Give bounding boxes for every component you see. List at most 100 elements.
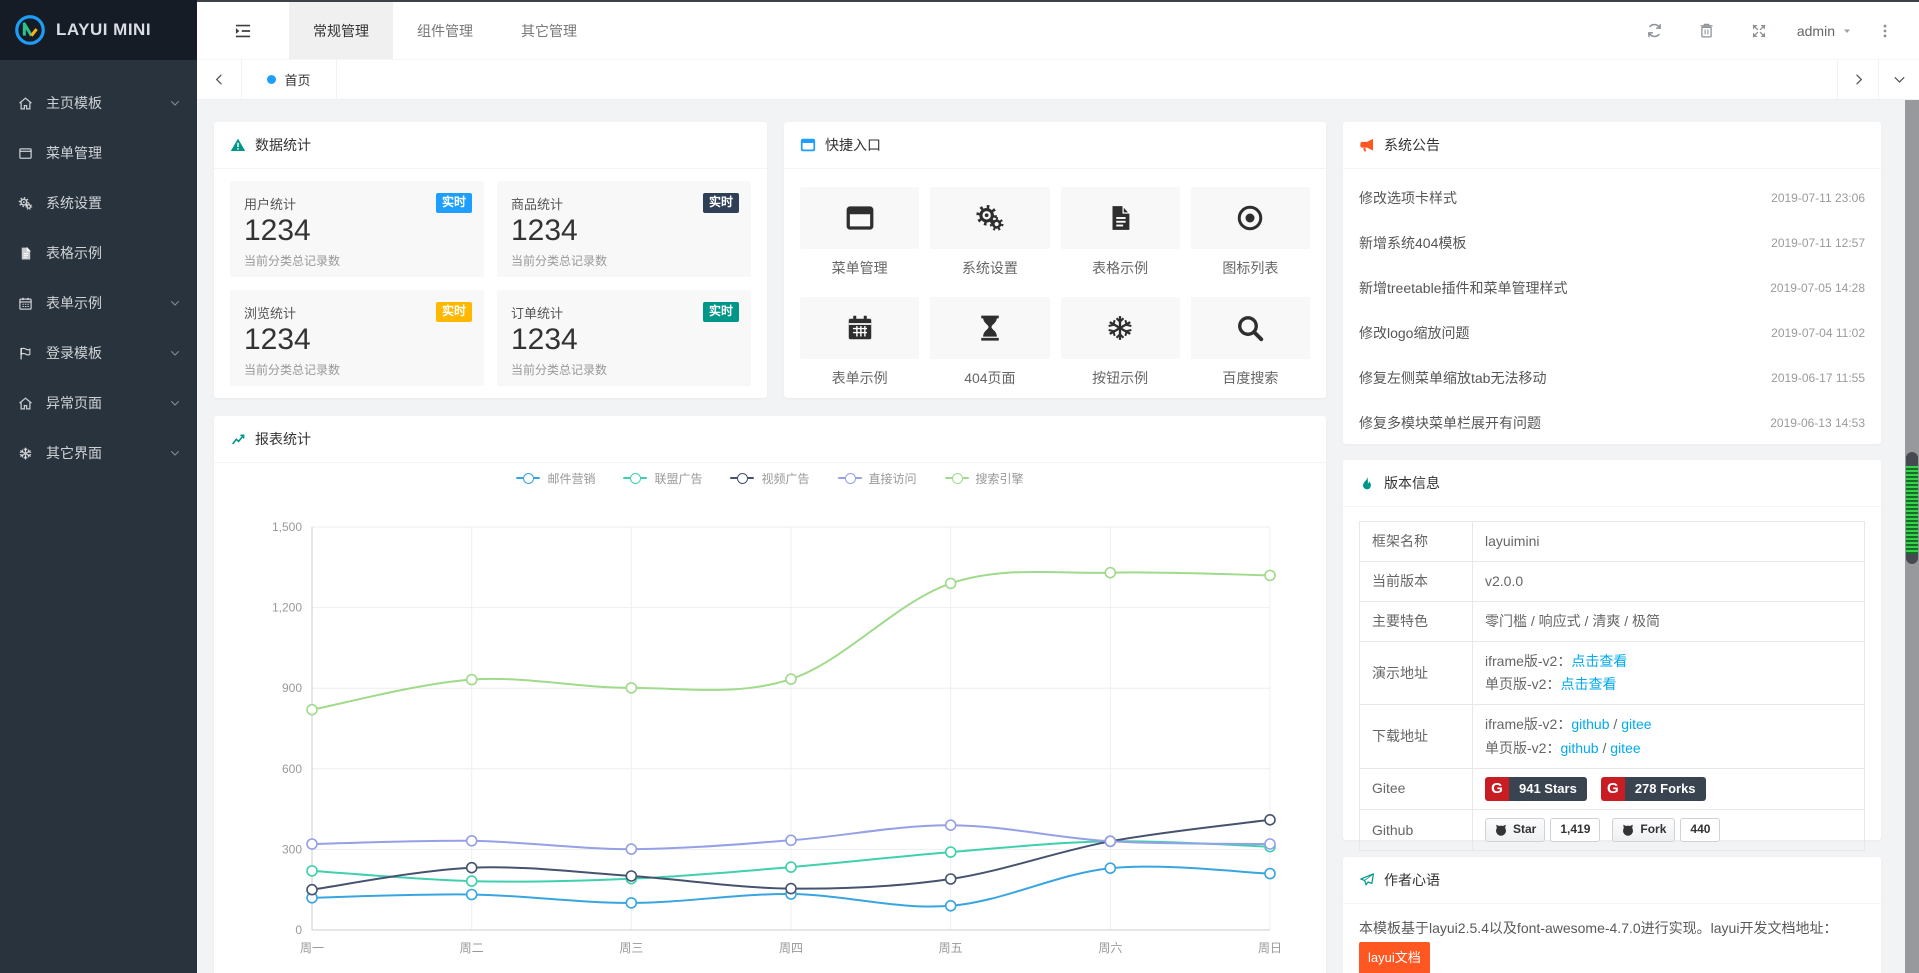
active-tab-dot [267,75,276,84]
version-row-2: 主要特色零门槛 / 响应式 / 清爽 / 极简 [1360,602,1865,642]
ellipsis-icon [1877,23,1893,39]
version-link[interactable]: gitee [1621,716,1651,732]
version-link-line: 单页版-v2：点击查看 [1485,673,1852,696]
refresh-button[interactable] [1629,22,1681,39]
app-logo[interactable]: LAYUI MINI [0,0,197,60]
layui-doc-badge[interactable]: layui文档 [1359,942,1430,973]
sidebar-item-6[interactable]: 异常页面 [0,378,197,428]
version-link[interactable]: github [1560,740,1598,756]
sidebar-item-7[interactable]: 其它界面 [0,428,197,478]
sidebar-item-5[interactable]: 登录模板 [0,328,197,378]
sidebar-item-1[interactable]: 菜单管理 [0,128,197,178]
collapse-sidebar-button[interactable] [197,2,289,59]
gitee-badge[interactable]: G278 Forks [1601,777,1706,801]
version-link[interactable]: 点击查看 [1571,653,1627,669]
tab-scroll-right-button[interactable] [1837,60,1878,99]
fullscreen-button[interactable] [1733,23,1785,39]
module-tab-0[interactable]: 常规管理 [289,2,393,59]
github-fork-button[interactable]: Fork [1612,818,1675,842]
stat-box-2: 浏览统计实时1234当前分类总记录数 [230,290,484,386]
notice-title: 修复多模块菜单栏展开有问题 [1359,413,1541,433]
module-tab-2[interactable]: 其它管理 [497,2,601,59]
version-link-line: iframe版-v2：github / gitee [1485,713,1852,736]
quick-entry-1[interactable]: 系统设置 [930,187,1049,278]
notice-item-4[interactable]: 修复左侧菜单缩放tab无法移动2019-06-17 11:55 [1359,355,1865,400]
chevron-down-icon [1892,72,1907,87]
version-row-label: 下载地址 [1360,705,1473,768]
stat-realtime-badge: 实时 [703,302,739,322]
svg-text:周四: 周四 [779,941,803,955]
github-star-button[interactable]: Star [1485,818,1545,842]
notice-item-0[interactable]: 修改选项卡样式2019-07-11 23:06 [1359,175,1865,220]
paper-plane-icon [1359,872,1375,888]
stat-value: 1234 [511,323,737,358]
sidebar: LAYUI MINI 主页模板菜单管理系统设置表格示例表单示例登录模板异常页面其… [0,0,197,973]
sidebar-item-label: 表格示例 [46,243,102,263]
sidebar-item-label: 菜单管理 [46,143,102,163]
svg-text:300: 300 [282,842,302,856]
version-link[interactable]: 点击查看 [1560,676,1616,692]
sidebar-item-0[interactable]: 主页模板 [0,78,197,128]
module-tab-label: 组件管理 [417,21,473,41]
quick-entry-4[interactable]: 表单示例 [800,297,919,388]
card-data-stats-title: 数据统计 [255,135,311,155]
notice-item-2[interactable]: 新增treetable插件和菜单管理样式2019-07-05 14:28 [1359,265,1865,310]
scrollbar-thumb[interactable] [1906,452,1918,564]
octocat-icon [1494,823,1508,837]
quick-entry-2[interactable]: 表格示例 [1061,187,1180,278]
module-tab-label: 常规管理 [313,21,369,41]
card-version-info: 版本信息 框架名称layuimini当前版本v2.0.0主要特色零门槛 / 响应… [1343,460,1881,840]
gitee-badge[interactable]: G941 Stars [1485,777,1587,801]
quick-entry-0[interactable]: 菜单管理 [800,187,919,278]
more-menu-button[interactable] [1865,23,1905,39]
scrollbar[interactable] [1905,100,1919,973]
quick-entry-label: 菜单管理 [800,258,919,278]
version-row-label: 当前版本 [1360,562,1473,602]
clear-cache-button[interactable] [1681,22,1733,39]
sidebar-item-3[interactable]: 表格示例 [0,228,197,278]
version-row-6: GithubStar1,419Fork440 [1360,809,1865,850]
notice-item-1[interactable]: 新增系统404模板2019-07-11 12:57 [1359,220,1865,265]
svg-text:周三: 周三 [619,941,643,955]
version-row-1: 当前版本v2.0.0 [1360,562,1865,602]
quick-entry-tile [930,187,1049,249]
quick-entry-7[interactable]: 百度搜索 [1191,297,1310,388]
tab-scroll-left-button[interactable] [197,60,242,99]
quick-entry-5[interactable]: 404页面 [930,297,1049,388]
quick-entry-6[interactable]: 按钮示例 [1061,297,1180,388]
calendar-solid-icon [845,313,875,343]
github-fork-count[interactable]: 440 [1680,818,1720,842]
chev-down-icon [169,347,181,359]
github-star-count[interactable]: 1,419 [1550,818,1600,842]
version-link[interactable]: github [1571,716,1609,732]
quick-entry-tile [1191,187,1310,249]
svg-text:1,500: 1,500 [272,520,302,534]
stat-realtime-badge: 实时 [436,193,472,213]
quick-entry-tile [1061,187,1180,249]
notice-list: 修改选项卡样式2019-07-11 23:06新增系统404模板2019-07-… [1343,169,1881,445]
version-row-5: GiteeG941 StarsG278 Forks [1360,768,1865,809]
notice-item-5[interactable]: 修复多模块菜单栏展开有问题2019-06-13 14:53 [1359,400,1865,445]
notice-item-3[interactable]: 修改logo缩放问题2019-07-04 11:02 [1359,310,1865,355]
module-tabs: 常规管理 组件管理 其它管理 [289,2,601,59]
gitee-icon: G [1485,777,1509,801]
sidebar-item-2[interactable]: 系统设置 [0,178,197,228]
notice-title: 修改logo缩放问题 [1359,323,1469,343]
version-link[interactable]: gitee [1610,740,1640,756]
version-row-3: 演示地址iframe版-v2：点击查看单页版-v2：点击查看 [1360,642,1865,705]
quick-entry-3[interactable]: 图标列表 [1191,187,1310,278]
user-name: admin [1797,23,1835,39]
card-quick-entry-title: 快捷入口 [825,135,881,155]
tab-home[interactable]: 首页 [242,60,337,99]
report-chart: 周一周二周三周四周五周六周日03006009001,2001,500 [214,463,1326,973]
chevron-right-icon [1851,72,1866,87]
user-menu[interactable]: admin [1785,23,1865,39]
sidebar-menu: 主页模板菜单管理系统设置表格示例表单示例登录模板异常页面其它界面 [0,60,197,478]
quick-entry-tile [930,297,1049,359]
card-data-stats-header: 数据统计 [214,122,767,169]
module-tab-1[interactable]: 组件管理 [393,2,497,59]
tab-operations-button[interactable] [1878,60,1919,99]
snowflake-icon [18,446,33,461]
app-title: LAYUI MINI [56,20,151,40]
sidebar-item-4[interactable]: 表单示例 [0,278,197,328]
